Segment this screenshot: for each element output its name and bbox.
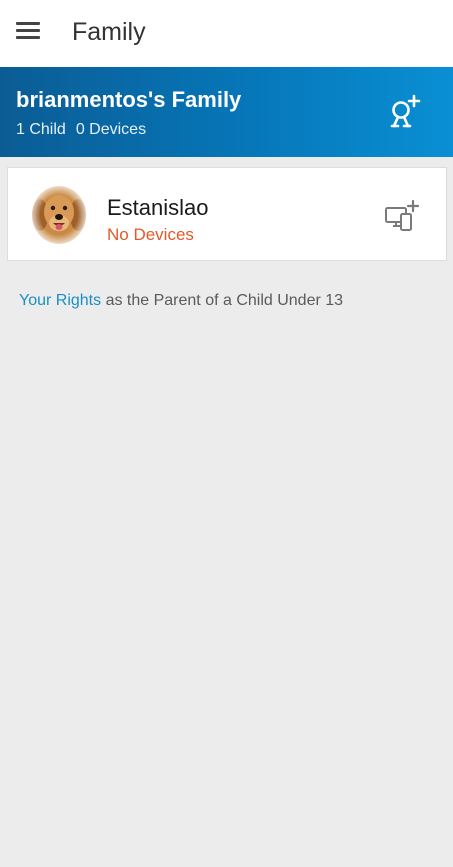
family-banner: brianmentos's Family 1 Child 0 Devices	[0, 67, 453, 157]
child-name: Estanislao	[107, 195, 209, 220]
parent-rights-notice: Your Rights as the Parent of a Child Und…	[19, 292, 343, 310]
rights-text: as the Parent of a Child Under 13	[101, 292, 344, 309]
add-device-button[interactable]	[384, 199, 420, 234]
your-rights-link[interactable]: Your Rights	[19, 292, 101, 309]
add-child-button[interactable]	[384, 93, 424, 133]
add-device-icon	[385, 199, 420, 231]
top-app-bar: Family	[0, 0, 453, 67]
child-count: 1 Child	[16, 121, 66, 138]
device-count: 0 Devices	[75, 121, 147, 138]
family-summary: 1 Child 0 Devices	[16, 121, 156, 139]
app-root: Family brianmentos's Family 1 Child 0 Dev…	[0, 0, 453, 867]
dog-avatar	[30, 185, 88, 245]
hamburger-menu-icon[interactable]	[16, 22, 40, 40]
page-title: Family	[72, 18, 146, 46]
child-device-status: No Devices	[107, 225, 194, 244]
child-card[interactable]: Estanislao No Devices	[7, 167, 447, 261]
add-child-icon	[390, 94, 421, 128]
family-title: brianmentos's Family	[16, 87, 242, 112]
